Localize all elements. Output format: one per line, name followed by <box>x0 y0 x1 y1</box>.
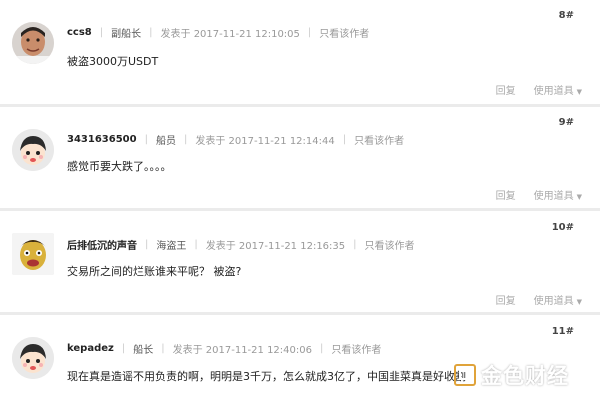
divider: | <box>161 343 165 354</box>
post-meta: kepadez | 船长 | 发表于 2017-11-21 12:40:06 |… <box>67 341 381 356</box>
reply-button[interactable]: 回复 <box>496 82 516 97</box>
tools-menu-button[interactable]: 使用道具 ▼ <box>534 187 582 202</box>
watermark-text: 金色财经 <box>481 364 569 388</box>
post-actions: 回复 使用道具 ▼ <box>496 82 582 97</box>
username[interactable]: ccs8 <box>67 27 92 38</box>
logo-icon <box>454 364 476 386</box>
user-avatar[interactable] <box>12 22 54 64</box>
divider: | <box>183 134 188 145</box>
tools-label: 使用道具 <box>533 296 574 307</box>
post-timestamp: 发表于 2017-11-21 12:40:06 <box>172 345 312 356</box>
divider: | <box>194 239 198 250</box>
post-timestamp: 发表于 2017-11-21 12:10:05 <box>160 29 300 40</box>
username[interactable]: 后排低沉的声音 <box>67 237 137 252</box>
floor-number[interactable]: 10# <box>552 222 574 233</box>
photo-avatar-icon <box>12 233 54 275</box>
tools-label: 使用道具 <box>533 191 574 202</box>
post-timestamp: 发表于 2017-11-21 12:14:44 <box>195 136 335 147</box>
author-only-link[interactable]: 只看该作者 <box>319 25 369 40</box>
floor-number[interactable]: 8# <box>559 10 574 21</box>
user-avatar[interactable] <box>12 233 54 275</box>
photo-avatar-icon <box>12 22 54 64</box>
site-watermark: 金色财经 <box>454 360 569 390</box>
tools-menu-button[interactable]: 使用道具 ▼ <box>534 292 582 307</box>
tools-label: 使用道具 <box>533 86 574 97</box>
divider: | <box>307 27 312 38</box>
post-content: 被盗3000万USDT <box>67 55 159 68</box>
divider: | <box>353 239 357 250</box>
chevron-down-icon: ▼ <box>576 298 582 306</box>
user-rank: 副船长 <box>111 29 142 40</box>
tools-menu-button[interactable]: 使用道具 ▼ <box>534 82 582 97</box>
post-content: 现在真是造谣不用负责的啊，明明是3千万，怎么就成3亿了，中国韭菜真是好收割 <box>67 370 466 383</box>
divider: | <box>319 343 324 354</box>
author-only-link[interactable]: 只看该作者 <box>354 132 404 147</box>
reply-button[interactable]: 回复 <box>496 292 516 307</box>
post-meta: 后排低沉的声音 | 海盗王 | 发表于 2017-11-21 12:16:35 … <box>67 237 415 252</box>
post-meta: ccs8 | 副船长 | 发表于 2017-11-21 12:10:05 | 只… <box>67 25 369 40</box>
post-content: 感觉币要大跌了。。。。 <box>67 160 172 173</box>
user-rank: 船员 <box>155 136 176 147</box>
post-actions: 回复 使用道具 ▼ <box>496 292 582 307</box>
user-rank: 船长 <box>133 345 154 356</box>
cartoon-avatar-icon <box>12 337 54 379</box>
divider: | <box>342 134 347 145</box>
username[interactable]: kepadez <box>67 343 114 354</box>
floor-number[interactable]: 11# <box>552 326 574 337</box>
divider: | <box>149 27 153 38</box>
chevron-down-icon: ▼ <box>576 193 582 201</box>
post-9: 9# 3431636500 | 船员 | 发表于 2017-11-21 12:1… <box>0 107 600 208</box>
post-meta: 3431636500 | 船员 | 发表于 2017-11-21 12:14:4… <box>67 132 404 147</box>
divider: | <box>121 343 126 354</box>
user-avatar[interactable] <box>12 129 54 171</box>
divider: | <box>144 134 148 145</box>
post-timestamp: 发表于 2017-11-21 12:16:35 <box>205 241 346 252</box>
divider: | <box>99 27 104 38</box>
user-avatar[interactable] <box>12 337 54 379</box>
author-only-link[interactable]: 只看该作者 <box>331 341 381 356</box>
chevron-down-icon: ▼ <box>576 88 582 96</box>
username[interactable]: 3431636500 <box>67 134 137 145</box>
cartoon-avatar-icon <box>12 129 54 171</box>
reply-button[interactable]: 回复 <box>496 187 516 202</box>
user-rank: 海盗王 <box>156 241 187 252</box>
floor-number[interactable]: 9# <box>559 117 574 128</box>
post-actions: 回复 使用道具 ▼ <box>496 187 582 202</box>
post-10: 10# 后排低沉的声音 | 海盗王 | 发表于 2017-11-21 12:16… <box>0 211 600 312</box>
divider: | <box>145 239 149 250</box>
author-only-link[interactable]: 只看该作者 <box>365 237 415 252</box>
post-8: 8# ccs8 | 副船长 | 发表于 2017-11-21 12:10:05 … <box>0 0 600 104</box>
post-content: 交易所之间的烂账谁来平呢？ 被盗? <box>67 265 242 278</box>
